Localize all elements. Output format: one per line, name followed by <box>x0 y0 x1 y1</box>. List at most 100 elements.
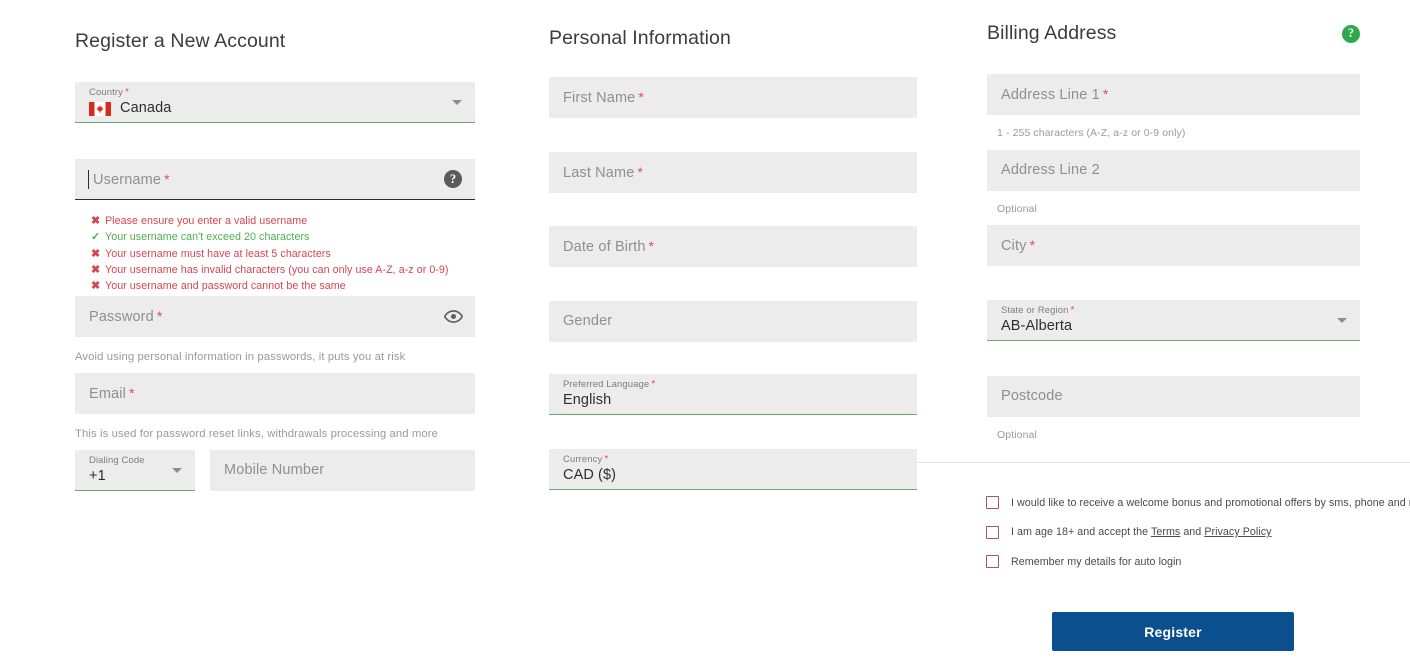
consent-checkbox-group: I would like to receive a welcome bonus … <box>986 496 1410 585</box>
city-required-mark: * <box>1029 236 1036 253</box>
username-placeholder: Username * <box>93 170 170 188</box>
terms-link[interactable]: Terms <box>1151 526 1180 538</box>
address-line-2-helper-text: Optional <box>997 203 1037 215</box>
preferred-language-required-mark: * <box>651 379 656 390</box>
username-required-mark: * <box>164 170 170 187</box>
username-validation-list: ✖ Please ensure you enter a valid userna… <box>91 213 491 294</box>
mobile-number-input[interactable]: Mobile Number <box>210 450 475 491</box>
terms-text-middle: and <box>1180 526 1205 538</box>
password-placeholder: Password * <box>89 307 163 325</box>
last-name-required-mark: * <box>637 163 644 180</box>
country-select[interactable]: Country * Canada <box>75 82 475 123</box>
state-or-region-select[interactable]: State or Region * AB-Alberta <box>987 300 1360 341</box>
validation-text: Your username must have at least 5 chara… <box>105 247 331 260</box>
username-input[interactable]: Username * ? <box>75 159 475 200</box>
dialing-code-label: Dialing Code <box>89 455 145 466</box>
password-reveal-button[interactable] <box>443 306 463 326</box>
validation-text: Your username and password cannot be the… <box>105 280 346 293</box>
currency-select[interactable]: Currency * CAD ($) <box>549 449 917 490</box>
state-or-region-content: State or Region * AB-Alberta <box>1001 305 1346 335</box>
date-of-birth-input[interactable]: Date of Birth * <box>549 226 917 267</box>
validation-item: ✖ Your username has invalid characters (… <box>91 262 491 278</box>
currency-value: CAD ($) <box>563 467 617 483</box>
currency-label: Currency * <box>563 454 609 465</box>
password-input[interactable]: Password * <box>75 296 475 337</box>
date-of-birth-placeholder: Date of Birth * <box>563 237 655 255</box>
validation-text: Please ensure you enter a valid username <box>105 215 308 227</box>
state-or-region-required-mark: * <box>1070 305 1075 316</box>
city-placeholder: City * <box>1001 236 1036 254</box>
section-divider <box>917 462 1410 463</box>
billing-section-title: Billing Address <box>987 22 1117 44</box>
country-label: Country * <box>89 87 129 98</box>
validation-item: ✖ Please ensure you enter a valid userna… <box>91 213 491 229</box>
date-of-birth-required-mark: * <box>648 237 655 254</box>
currency-content: Currency * CAD ($) <box>563 454 903 484</box>
remember-details-label: Remember my details for auto login <box>1011 555 1182 568</box>
preferred-language-value: English <box>563 392 612 408</box>
register-section-title: Register a New Account <box>75 30 286 52</box>
terms-acceptance-label: I am age 18+ and accept the Terms and Pr… <box>1011 526 1272 538</box>
dialing-code-value: +1 <box>89 468 106 484</box>
email-placeholder: Email * <box>89 384 135 402</box>
remember-details-checkbox-row[interactable]: Remember my details for auto login <box>986 555 1406 568</box>
chevron-down-icon[interactable] <box>452 100 462 105</box>
error-icon: ✖ <box>91 280 101 293</box>
terms-acceptance-checkbox-row[interactable]: I am age 18+ and accept the Terms and Pr… <box>986 525 1406 539</box>
remember-details-checkbox[interactable] <box>986 555 999 568</box>
email-input[interactable]: Email * <box>75 373 475 414</box>
chevron-down-icon[interactable] <box>1337 318 1347 323</box>
mobile-number-placeholder: Mobile Number <box>224 462 325 478</box>
address-line-2-placeholder: Address Line 2 <box>1001 162 1100 178</box>
help-icon: ? <box>1342 24 1360 43</box>
dialing-code-select[interactable]: Dialing Code +1 <box>75 450 195 491</box>
text-caret <box>88 170 89 189</box>
preferred-language-content: Preferred Language * English <box>563 379 903 409</box>
email-required-mark: * <box>129 384 135 401</box>
country-value: Canada <box>120 100 172 116</box>
address-line-1-input[interactable]: Address Line 1 * <box>987 74 1360 115</box>
address-line-1-required-mark: * <box>1102 85 1109 102</box>
last-name-placeholder: Last Name * <box>563 163 644 181</box>
terms-acceptance-checkbox[interactable] <box>986 525 999 539</box>
email-helper-text: This is used for password reset links, w… <box>75 428 439 440</box>
first-name-input[interactable]: First Name * <box>549 77 917 118</box>
country-required-mark: * <box>124 87 129 98</box>
validation-text: Your username has invalid characters (yo… <box>105 263 449 276</box>
preferred-language-label: Preferred Language * <box>563 379 656 390</box>
gender-input[interactable]: Gender <box>549 301 917 342</box>
personal-section-title: Personal Information <box>549 27 731 49</box>
validation-item: ✖ Your username and password cannot be t… <box>91 278 491 294</box>
promotional-offers-checkbox-row[interactable]: I would like to receive a welcome bonus … <box>986 496 1410 509</box>
canada-flag-icon <box>89 101 111 116</box>
promotional-offers-checkbox[interactable] <box>986 496 999 509</box>
gender-placeholder: Gender <box>563 313 613 329</box>
help-icon: ? <box>444 170 462 188</box>
first-name-placeholder: First Name * <box>563 88 645 106</box>
username-help-button[interactable]: ? <box>443 169 463 189</box>
address-line-2-input[interactable]: Address Line 2 <box>987 150 1360 191</box>
error-icon: ✖ <box>91 215 101 227</box>
eye-icon <box>443 309 463 323</box>
country-value-row: Canada <box>89 100 461 117</box>
billing-help-button[interactable]: ? <box>1342 24 1360 43</box>
chevron-down-icon[interactable] <box>172 468 182 473</box>
billing-title-row: Billing Address ? <box>987 22 1360 45</box>
postcode-input[interactable]: Postcode <box>987 376 1360 417</box>
privacy-policy-link[interactable]: Privacy Policy <box>1204 526 1271 538</box>
register-button[interactable]: Register <box>1052 612 1294 651</box>
state-or-region-value: AB-Alberta <box>1001 318 1073 334</box>
city-input[interactable]: City * <box>987 225 1360 266</box>
promotional-offers-label: I would like to receive a welcome bonus … <box>1011 496 1410 509</box>
password-required-mark: * <box>156 307 163 324</box>
address-line-1-placeholder: Address Line 1 * <box>1001 85 1109 103</box>
registration-page: Register a New Account Country * Canada … <box>0 0 1410 668</box>
error-icon: ✖ <box>91 247 101 260</box>
address-line-1-helper-text: 1 - 255 characters (A-Z, a-z or 0-9 only… <box>997 127 1186 139</box>
validation-item: ✖ Your username must have at least 5 cha… <box>91 246 491 262</box>
last-name-input[interactable]: Last Name * <box>549 152 917 193</box>
error-icon: ✖ <box>91 263 101 276</box>
first-name-required-mark: * <box>638 88 645 105</box>
preferred-language-select[interactable]: Preferred Language * English <box>549 374 917 415</box>
state-or-region-label: State or Region * <box>1001 305 1075 316</box>
